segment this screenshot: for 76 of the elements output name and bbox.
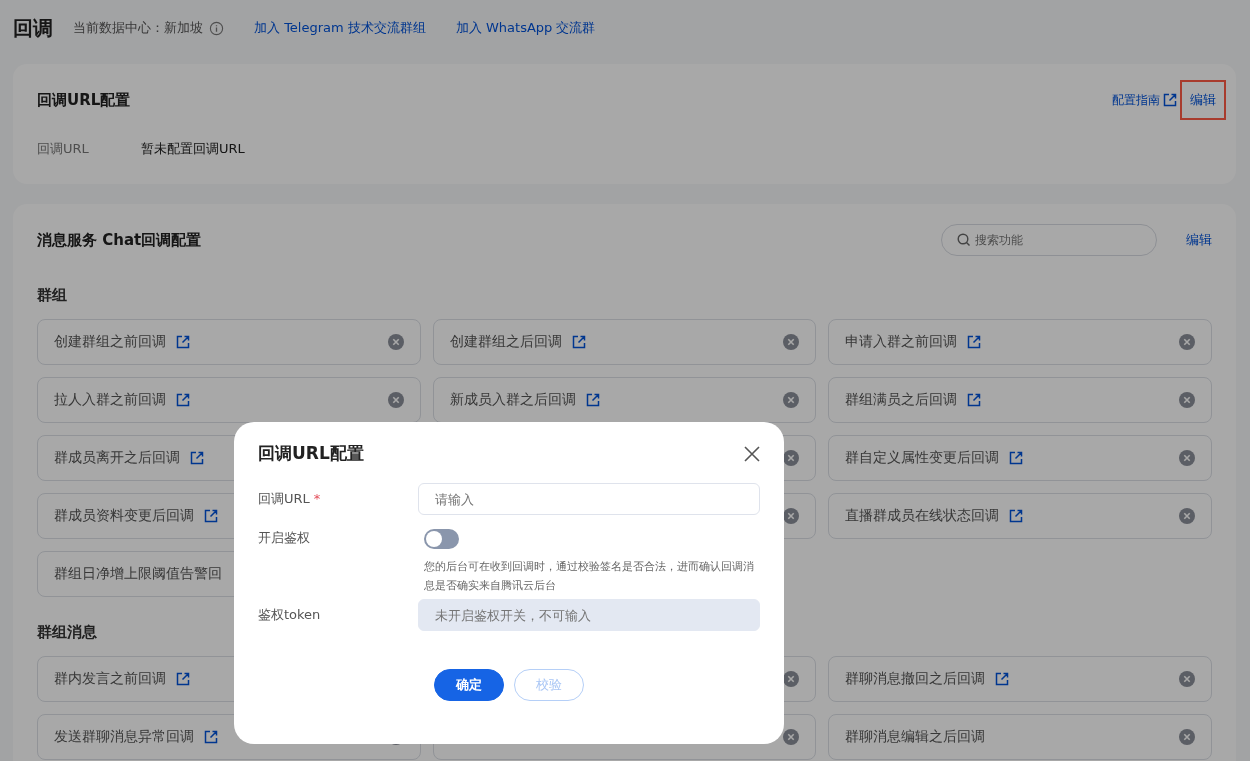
callback-item[interactable]: 创建群组之后回调 — [432, 319, 817, 365]
card-title: 回调URL配置 — [37, 90, 131, 110]
external-link-icon[interactable] — [967, 335, 982, 349]
clear-icon[interactable] — [783, 450, 800, 466]
external-link-icon[interactable] — [176, 393, 190, 407]
clear-icon[interactable] — [1179, 392, 1195, 408]
hint-text: 您的后台可在收到回调时，通过校验签名是否合法，进而确认回调消息是否确实来自腾讯云后台 — [424, 559, 755, 594]
clear-icon[interactable] — [1179, 671, 1195, 687]
external-link-icon[interactable] — [176, 335, 190, 349]
guide-link[interactable]: 配置指南 — [1112, 91, 1160, 109]
clear-icon[interactable] — [1179, 450, 1195, 466]
external-link-icon[interactable] — [571, 335, 586, 349]
clear-icon[interactable] — [387, 392, 404, 408]
callback-name: 申请入群之前回调 — [845, 333, 958, 351]
callback-name: 群聊消息编辑之后回调 — [845, 728, 986, 746]
edit-link[interactable]: 编辑 — [1180, 80, 1226, 120]
community-link[interactable]: 加入 WhatsApp 交流群 — [455, 19, 596, 37]
field-label: 鉴权token — [258, 607, 321, 622]
callback-item[interactable]: 直播群成员在线状态回调 — [828, 493, 1212, 539]
dialog-title: 回调URL配置 — [258, 442, 364, 465]
required-mark: * — [313, 491, 321, 506]
callback-name: 群聊消息撤回之后回调 — [845, 670, 986, 688]
external-link-icon[interactable] — [967, 393, 982, 407]
callback-name: 创建群组之后回调 — [449, 333, 562, 351]
callback-name: 创建群组之前回调 — [54, 333, 166, 351]
external-link-icon[interactable] — [190, 451, 204, 465]
page-title: 回调 — [13, 14, 53, 42]
callback-name: 群组满员之后回调 — [845, 391, 958, 409]
callback-name: 群自定义属性变更后回调 — [845, 449, 1000, 467]
clear-icon[interactable] — [783, 392, 800, 408]
callback-name: 群成员资料变更后回调 — [54, 507, 194, 525]
external-link-icon[interactable] — [204, 730, 218, 744]
external-link-icon[interactable] — [1009, 509, 1024, 523]
callback-name: 新成员入群之后回调 — [449, 391, 576, 409]
section-title: 群组消息 — [37, 623, 97, 642]
section-title: 群组 — [37, 286, 67, 305]
search-field[interactable]: 搜索功能 — [941, 224, 1157, 256]
search-icon — [957, 233, 971, 247]
external-link-icon[interactable] — [176, 672, 190, 686]
callback-item[interactable]: 群自定义属性变更后回调 — [828, 435, 1212, 481]
clear-icon[interactable] — [387, 334, 404, 350]
external-link-icon[interactable] — [204, 509, 218, 523]
clear-icon[interactable] — [1179, 334, 1195, 350]
field-label: 回调URL — [37, 140, 90, 158]
callback-name: 发送群聊消息异常回调 — [54, 728, 194, 746]
callback-item[interactable]: 创建群组之前回调 — [37, 319, 421, 365]
callback-item[interactable]: 申请入群之前回调 — [828, 319, 1212, 365]
community-link[interactable]: 加入 Telegram 技术交流群组 — [254, 19, 426, 37]
clear-icon[interactable] — [1179, 508, 1195, 524]
clear-icon[interactable] — [783, 729, 800, 745]
clear-icon[interactable] — [1179, 729, 1195, 745]
clear-icon[interactable] — [783, 508, 800, 524]
callback-item[interactable]: 群组满员之后回调 — [828, 377, 1212, 423]
external-link-icon[interactable] — [1163, 93, 1177, 107]
callback-item[interactable]: 群聊消息撤回之后回调 — [828, 656, 1212, 702]
edit-link[interactable]: 编辑 — [1186, 231, 1212, 249]
clear-icon[interactable] — [783, 334, 800, 350]
info-icon[interactable] — [209, 20, 224, 36]
callback-name: 直播群成员在线状态回调 — [845, 507, 1000, 525]
callback-name: 群内发言之前回调 — [54, 670, 166, 688]
auth-toggle[interactable] — [424, 529, 459, 549]
external-link-icon[interactable] — [585, 393, 600, 407]
field-label: 回调URL — [258, 491, 310, 506]
callback-name: 拉人入群之前回调 — [54, 391, 166, 409]
external-link-icon[interactable] — [995, 672, 1010, 686]
datacenter-label: 当前数据中心：新加坡 — [73, 19, 203, 37]
callback-name: 群组日净增上限阈值告警回 — [54, 565, 222, 583]
confirm-button[interactable]: 确定 — [434, 669, 504, 701]
field-value: 暂未配置回调URL — [141, 140, 245, 158]
clear-icon[interactable] — [783, 671, 800, 687]
callback-item[interactable]: 群聊消息编辑之后回调 — [828, 714, 1212, 760]
url-input[interactable]: 请输入 — [418, 483, 760, 515]
card-title: 消息服务 Chat回调配置 — [37, 230, 202, 250]
close-icon[interactable] — [744, 445, 760, 462]
callback-name: 群成员离开之后回调 — [54, 449, 180, 467]
external-link-icon[interactable] — [1009, 451, 1024, 465]
